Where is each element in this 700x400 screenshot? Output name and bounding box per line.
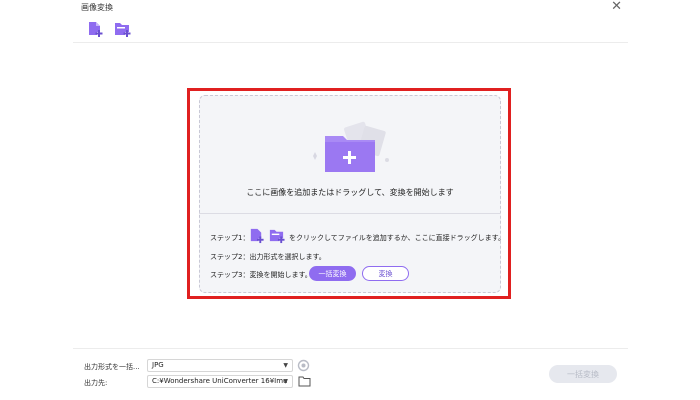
toolbar-divider: [73, 42, 628, 43]
add-image-icon[interactable]: [86, 20, 104, 38]
step1-text: をクリックしてファイルを追加するか、ここに直接ドラッグします。: [289, 234, 505, 242]
step3-text: ステップ3：変換を開始します。: [210, 271, 312, 279]
output-folder-select[interactable]: C:¥Wondershare UniConverter 16¥Imu ▼: [147, 375, 293, 388]
window-title: 画像変換: [81, 3, 113, 12]
output-folder-value: C:¥Wondershare UniConverter 16¥Imu: [152, 377, 288, 385]
output-folder-label: 出力先:: [84, 379, 108, 387]
chevron-down-icon: ▼: [283, 378, 288, 385]
footer-divider: [73, 348, 628, 349]
chevron-down-icon: ▼: [283, 362, 288, 369]
convert-button[interactable]: 変換: [362, 266, 409, 281]
batch-convert-button[interactable]: 一括変換: [309, 266, 356, 281]
output-format-select[interactable]: JPG ▼: [147, 359, 293, 372]
output-format-label: 出力形式を一括...: [84, 363, 140, 371]
add-folder-icon[interactable]: [113, 20, 131, 38]
step1-label: ステップ1：: [210, 234, 250, 242]
drop-prompt: ここに画像を追加またはドラッグして、変換を開始します: [246, 188, 454, 197]
add-image-mini-icon[interactable]: [248, 227, 265, 244]
batch-convert-disabled-button[interactable]: 一括変換: [549, 365, 617, 383]
open-folder-icon[interactable]: [298, 376, 311, 387]
title-bar: 画像変換 ✕: [73, 0, 628, 16]
folder-illustration-icon: [313, 121, 389, 172]
output-format-value: JPG: [152, 361, 164, 369]
add-folder-mini-icon[interactable]: [268, 227, 285, 244]
dropzone-divider: [199, 213, 501, 214]
settings-icon[interactable]: [297, 359, 310, 372]
step2-text: ステップ2：出力形式を選択します。: [210, 253, 326, 261]
close-icon[interactable]: ✕: [611, 0, 622, 14]
